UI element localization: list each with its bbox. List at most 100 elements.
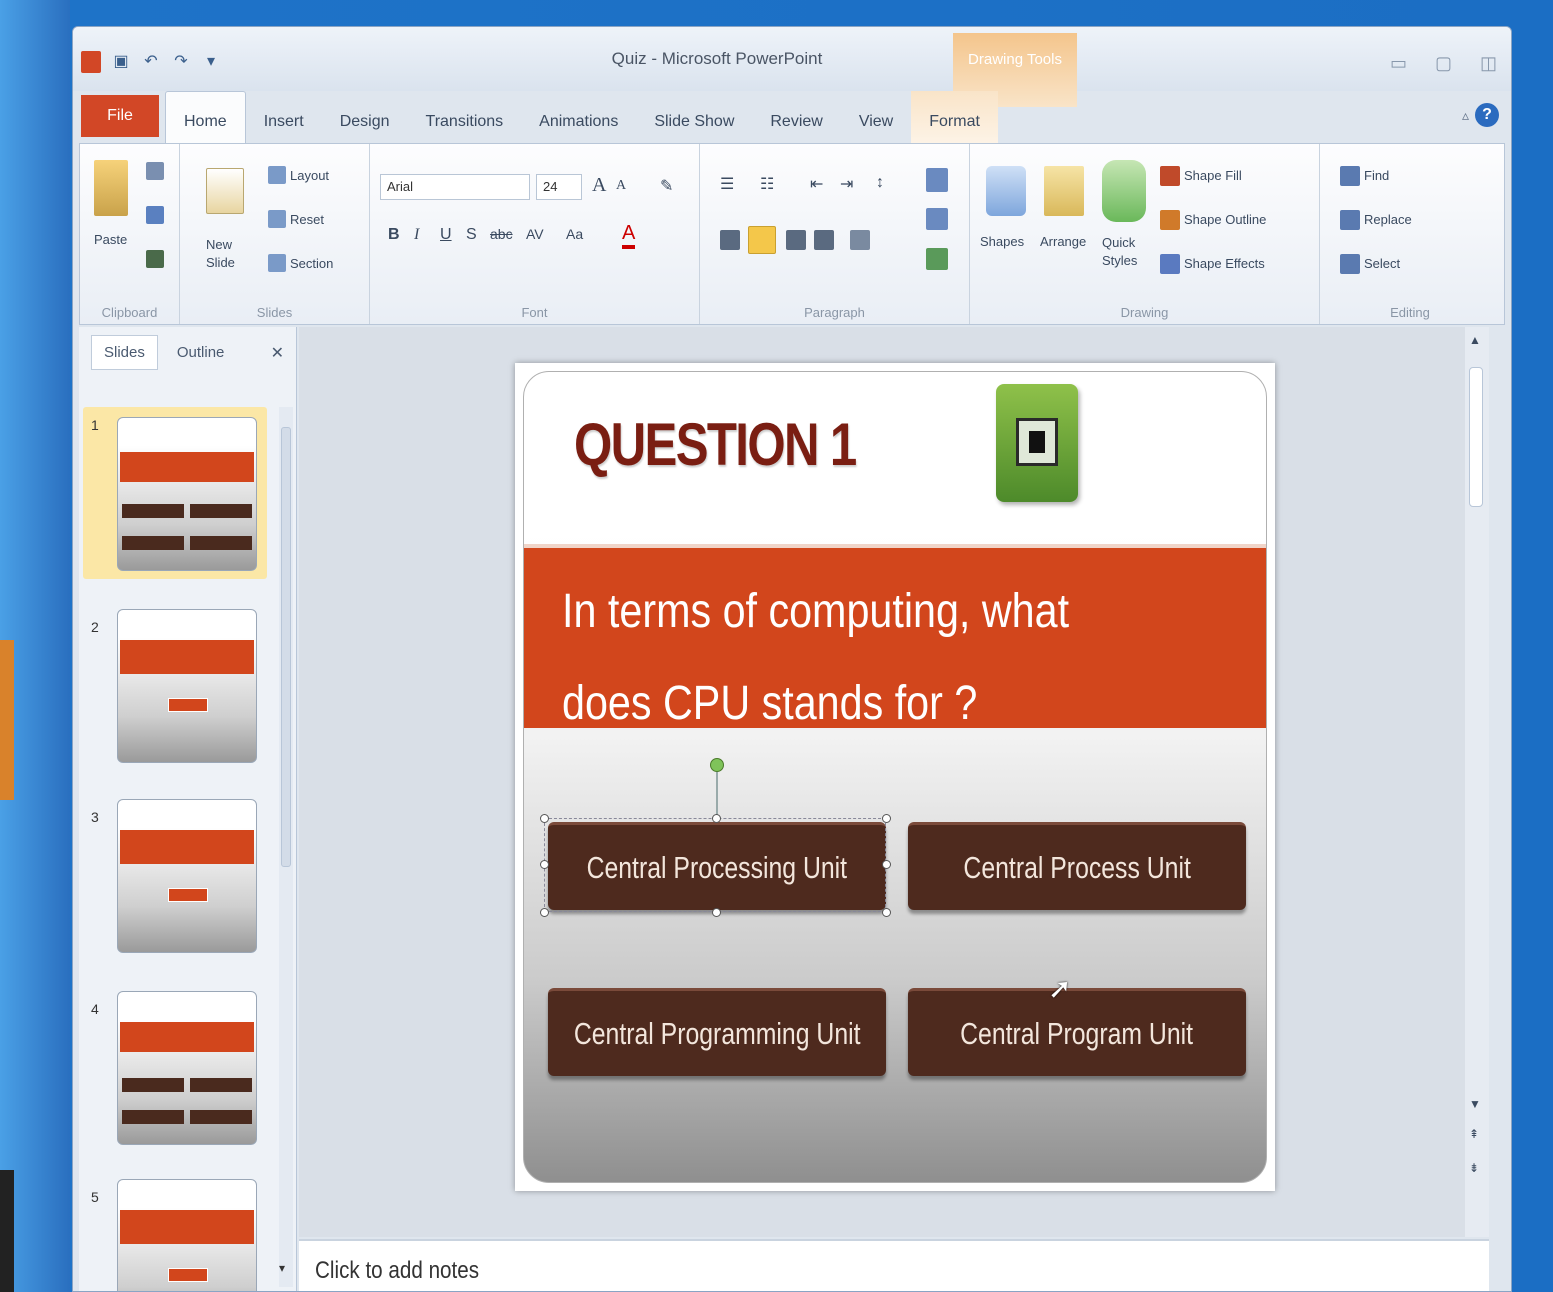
format-painter-icon[interactable]: [146, 250, 164, 268]
tab-animations[interactable]: Animations: [521, 91, 636, 143]
close-panel-icon[interactable]: ✕: [271, 343, 284, 363]
numbering-icon[interactable]: ☷: [760, 174, 774, 194]
shapes-icon[interactable]: [986, 166, 1026, 216]
paste-icon[interactable]: [94, 160, 128, 216]
character-spacing-icon[interactable]: AV: [526, 226, 544, 242]
shadow-icon[interactable]: S: [466, 226, 477, 244]
new-slide-icon[interactable]: [206, 168, 244, 214]
answer-button[interactable]: Central Programming Unit: [548, 988, 886, 1076]
convert-to-smartart-icon[interactable]: [926, 248, 948, 270]
font-name-dropdown[interactable]: Arial: [380, 174, 530, 200]
resize-handle[interactable]: [540, 814, 549, 823]
paste-button[interactable]: Paste: [94, 232, 127, 247]
find-button[interactable]: Find: [1364, 168, 1389, 183]
cpu-chip-icon[interactable]: [996, 384, 1078, 502]
scrollbar-thumb[interactable]: [1469, 367, 1483, 507]
underline-icon[interactable]: U: [440, 226, 452, 244]
tab-slide-show[interactable]: Slide Show: [636, 91, 752, 143]
tab-slides[interactable]: Slides: [91, 334, 158, 370]
font-color-icon[interactable]: A: [622, 222, 636, 249]
align-center-icon[interactable]: [748, 226, 776, 254]
slide-thumbnail[interactable]: [117, 609, 257, 763]
notes-scroll-icon[interactable]: ▾: [279, 1261, 285, 1275]
resize-handle[interactable]: [882, 908, 891, 917]
quick-styles-button[interactable]: Quick Styles: [1102, 234, 1142, 270]
resize-handle[interactable]: [540, 860, 549, 869]
arrange-icon[interactable]: [1044, 166, 1084, 216]
slide-thumbnail[interactable]: [117, 799, 257, 953]
previous-slide-icon[interactable]: ⇞: [1469, 1127, 1479, 1141]
shape-outline-button[interactable]: Shape Outline: [1184, 212, 1266, 227]
slide-thumbnail[interactable]: [117, 417, 257, 571]
notes-pane[interactable]: ▾ Click to add notes: [279, 1239, 1489, 1291]
resize-handle[interactable]: [882, 814, 891, 823]
tab-file[interactable]: File: [81, 95, 159, 137]
tab-review[interactable]: Review: [752, 91, 840, 143]
resize-handle[interactable]: [540, 908, 549, 917]
font-size-dropdown[interactable]: 24: [536, 174, 582, 200]
grow-font-icon[interactable]: A: [592, 174, 606, 197]
text-direction-icon[interactable]: [926, 168, 948, 192]
line-spacing-icon[interactable]: ↕: [876, 174, 884, 192]
chip-core: [1016, 418, 1058, 466]
answer-button[interactable]: Central Process Unit: [908, 822, 1246, 910]
layout-button[interactable]: Layout: [290, 168, 329, 183]
strikethrough-icon[interactable]: abc: [490, 226, 513, 242]
increase-indent-icon[interactable]: ⇥: [840, 174, 853, 194]
quick-styles-icon[interactable]: [1102, 160, 1146, 222]
resize-handle[interactable]: [712, 814, 721, 823]
change-case-icon[interactable]: Aa: [566, 226, 583, 242]
decrease-indent-icon[interactable]: ⇤: [810, 174, 823, 194]
minimize-icon[interactable]: ▭: [1390, 53, 1407, 74]
resize-handle[interactable]: [712, 908, 721, 917]
notes-placeholder[interactable]: Click to add notes: [315, 1257, 479, 1285]
scroll-down-icon[interactable]: ▼: [1469, 1097, 1481, 1111]
slide-thumbnail[interactable]: [117, 1179, 257, 1291]
shape-outline-icon: [1160, 210, 1180, 230]
minimize-ribbon-icon[interactable]: ▵: [1462, 107, 1469, 124]
bullets-icon[interactable]: ☰: [720, 174, 734, 194]
shapes-button[interactable]: Shapes: [980, 234, 1024, 249]
answer-button[interactable]: Central Program Unit: [908, 988, 1246, 1076]
clear-formatting-icon[interactable]: ✎: [660, 176, 673, 196]
scroll-up-icon[interactable]: ▲: [1469, 333, 1481, 347]
align-right-icon[interactable]: [786, 230, 806, 250]
rotation-handle[interactable]: [710, 758, 724, 772]
section-button[interactable]: Section: [290, 256, 333, 271]
arrange-button[interactable]: Arrange: [1040, 234, 1086, 249]
tab-design[interactable]: Design: [322, 91, 408, 143]
help-icon[interactable]: ?: [1475, 103, 1499, 127]
reset-button[interactable]: Reset: [290, 212, 324, 227]
italic-icon[interactable]: I: [414, 226, 419, 244]
select-button[interactable]: Select: [1364, 256, 1400, 271]
scrollbar-thumb[interactable]: [281, 427, 291, 867]
slide-title[interactable]: QUESTION 1: [574, 410, 857, 479]
shape-effects-button[interactable]: Shape Effects: [1184, 256, 1265, 271]
replace-button[interactable]: Replace: [1364, 212, 1412, 227]
tab-format[interactable]: Format: [911, 91, 998, 143]
slide-thumbnail[interactable]: [117, 991, 257, 1145]
thumbnail-scrollbar[interactable]: [279, 407, 293, 1287]
next-slide-icon[interactable]: ⇟: [1469, 1161, 1479, 1175]
justify-icon[interactable]: [814, 230, 834, 250]
tab-outline[interactable]: Outline: [164, 335, 238, 370]
cut-icon[interactable]: [146, 162, 164, 180]
tab-insert[interactable]: Insert: [246, 91, 322, 143]
close-icon[interactable]: ◫: [1480, 53, 1497, 74]
shrink-font-icon[interactable]: A: [616, 178, 626, 194]
align-left-icon[interactable]: [720, 230, 740, 250]
tab-transitions[interactable]: Transitions: [408, 91, 522, 143]
tab-view[interactable]: View: [841, 91, 911, 143]
shape-fill-button[interactable]: Shape Fill: [1184, 168, 1242, 183]
slide-canvas[interactable]: QUESTION 1 In terms of computing, what d…: [515, 363, 1275, 1191]
copy-icon[interactable]: [146, 206, 164, 224]
tab-home[interactable]: Home: [165, 91, 246, 143]
question-text[interactable]: In terms of computing, what does CPU sta…: [562, 566, 1112, 750]
align-text-icon[interactable]: [926, 208, 948, 230]
maximize-icon[interactable]: ▢: [1435, 53, 1452, 74]
new-slide-button[interactable]: New Slide: [206, 236, 246, 272]
slide-scrollbar[interactable]: ▲ ▼ ⇞ ⇟: [1465, 327, 1489, 1237]
bold-icon[interactable]: B: [388, 226, 400, 244]
columns-icon[interactable]: [850, 230, 870, 250]
resize-handle[interactable]: [882, 860, 891, 869]
